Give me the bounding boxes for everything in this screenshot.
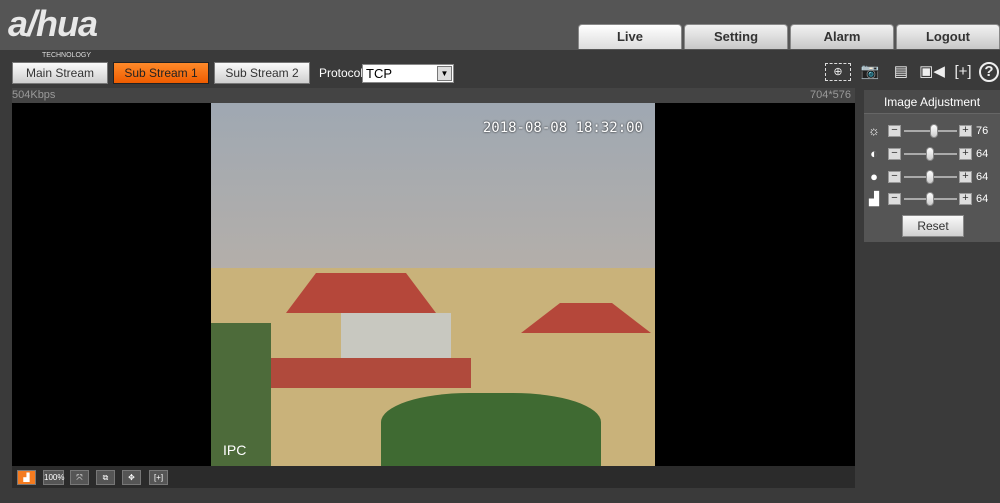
video-toolbar: ▟ 100% ⤧ ⧉ ✥ [+] [12, 466, 855, 488]
saturation-value: 64 [976, 171, 989, 183]
fit-window-icon[interactable]: ⤧ [70, 470, 89, 485]
channel-name: IPC [223, 442, 247, 458]
protocol-select[interactable]: TCP ▼ [362, 64, 454, 83]
live-video-frame: 2018-08-08 18:32:00 IPC [211, 103, 655, 466]
minus-button[interactable]: − [888, 171, 901, 183]
minus-button[interactable]: − [888, 193, 901, 205]
video-info-bar [12, 88, 855, 103]
roof [271, 358, 471, 388]
protocol-value: TCP [366, 66, 392, 81]
video-timestamp: 2018-08-08 18:32:00 [482, 120, 643, 136]
slider-knob[interactable] [930, 124, 938, 138]
regional-focus-icon[interactable]: ⊕ [825, 63, 851, 81]
contrast-value: 64 [976, 148, 989, 160]
plus-button[interactable]: + [959, 125, 972, 137]
slider-knob[interactable] [926, 147, 934, 161]
plus-button[interactable]: + [959, 193, 972, 205]
main-stream-button[interactable]: Main Stream [12, 62, 108, 84]
plus-button[interactable]: + [959, 148, 972, 160]
slider-knob[interactable] [926, 192, 934, 206]
image-adjustment-panel: Image Adjustment ☼ − +76 ◐ − +64 ● − +64 ▟ − +64… [864, 90, 1000, 242]
brightness-slider[interactable]: ☼ − +76 [866, 123, 998, 139]
slider-knob[interactable] [926, 170, 934, 184]
sharpness-slider[interactable]: ▟ − +64 [866, 191, 998, 207]
record-icon[interactable]: ▣◀ [918, 61, 946, 83]
contrast-slider[interactable]: ◐ − +64 [866, 146, 998, 162]
video-player[interactable]: 2018-08-08 18:32:00 IPC [12, 103, 855, 466]
sharpness-tool-icon[interactable]: ▟ [17, 470, 36, 485]
contrast-icon: ◐ [870, 146, 878, 161]
help-icon[interactable]: ? [979, 62, 999, 82]
brightness-icon: ☼ [868, 123, 880, 138]
zoom-100-button[interactable]: 100% [43, 470, 64, 485]
minus-button[interactable]: − [888, 148, 901, 160]
saturation-slider[interactable]: ● − +64 [866, 169, 998, 185]
triple-snapshot-icon[interactable]: ▤ [889, 61, 913, 83]
tab-live[interactable]: Live [578, 24, 682, 49]
zoom-icon[interactable]: [+] [953, 61, 973, 83]
ratio-icon[interactable]: ⧉ [96, 470, 115, 485]
sharpness-value: 64 [976, 193, 989, 205]
snapshot-icon[interactable]: 📷 [857, 61, 883, 83]
resolution: 704*576 [810, 89, 851, 101]
sub-stream-1-button[interactable]: Sub Stream 1 [113, 62, 209, 84]
fullscreen-icon[interactable]: [+] [149, 470, 168, 485]
chevron-down-icon: ▼ [437, 66, 452, 81]
sub-stream-2-button[interactable]: Sub Stream 2 [214, 62, 310, 84]
bitrate: 504Kbps [12, 89, 56, 101]
dahua-logo: a/hua TECHNOLOGY [8, 3, 98, 60]
ptz-eye-icon[interactable]: ✥ [122, 470, 141, 485]
protocol-label: Protocol [319, 66, 364, 80]
reset-button[interactable]: Reset [902, 215, 964, 237]
trees [381, 393, 601, 466]
tab-alarm[interactable]: Alarm [790, 24, 894, 49]
tab-logout[interactable]: Logout [896, 24, 1000, 49]
plus-button[interactable]: + [959, 171, 972, 183]
sharpness-icon: ▟ [869, 191, 879, 206]
header: a/hua TECHNOLOGY Live Setting Alarm Logou… [0, 0, 1000, 60]
panel-title: Image Adjustment [864, 90, 1000, 114]
minus-button[interactable]: − [888, 125, 901, 137]
brightness-value: 76 [976, 125, 989, 137]
palette-icon: ● [870, 169, 878, 184]
tab-setting[interactable]: Setting [684, 24, 788, 49]
